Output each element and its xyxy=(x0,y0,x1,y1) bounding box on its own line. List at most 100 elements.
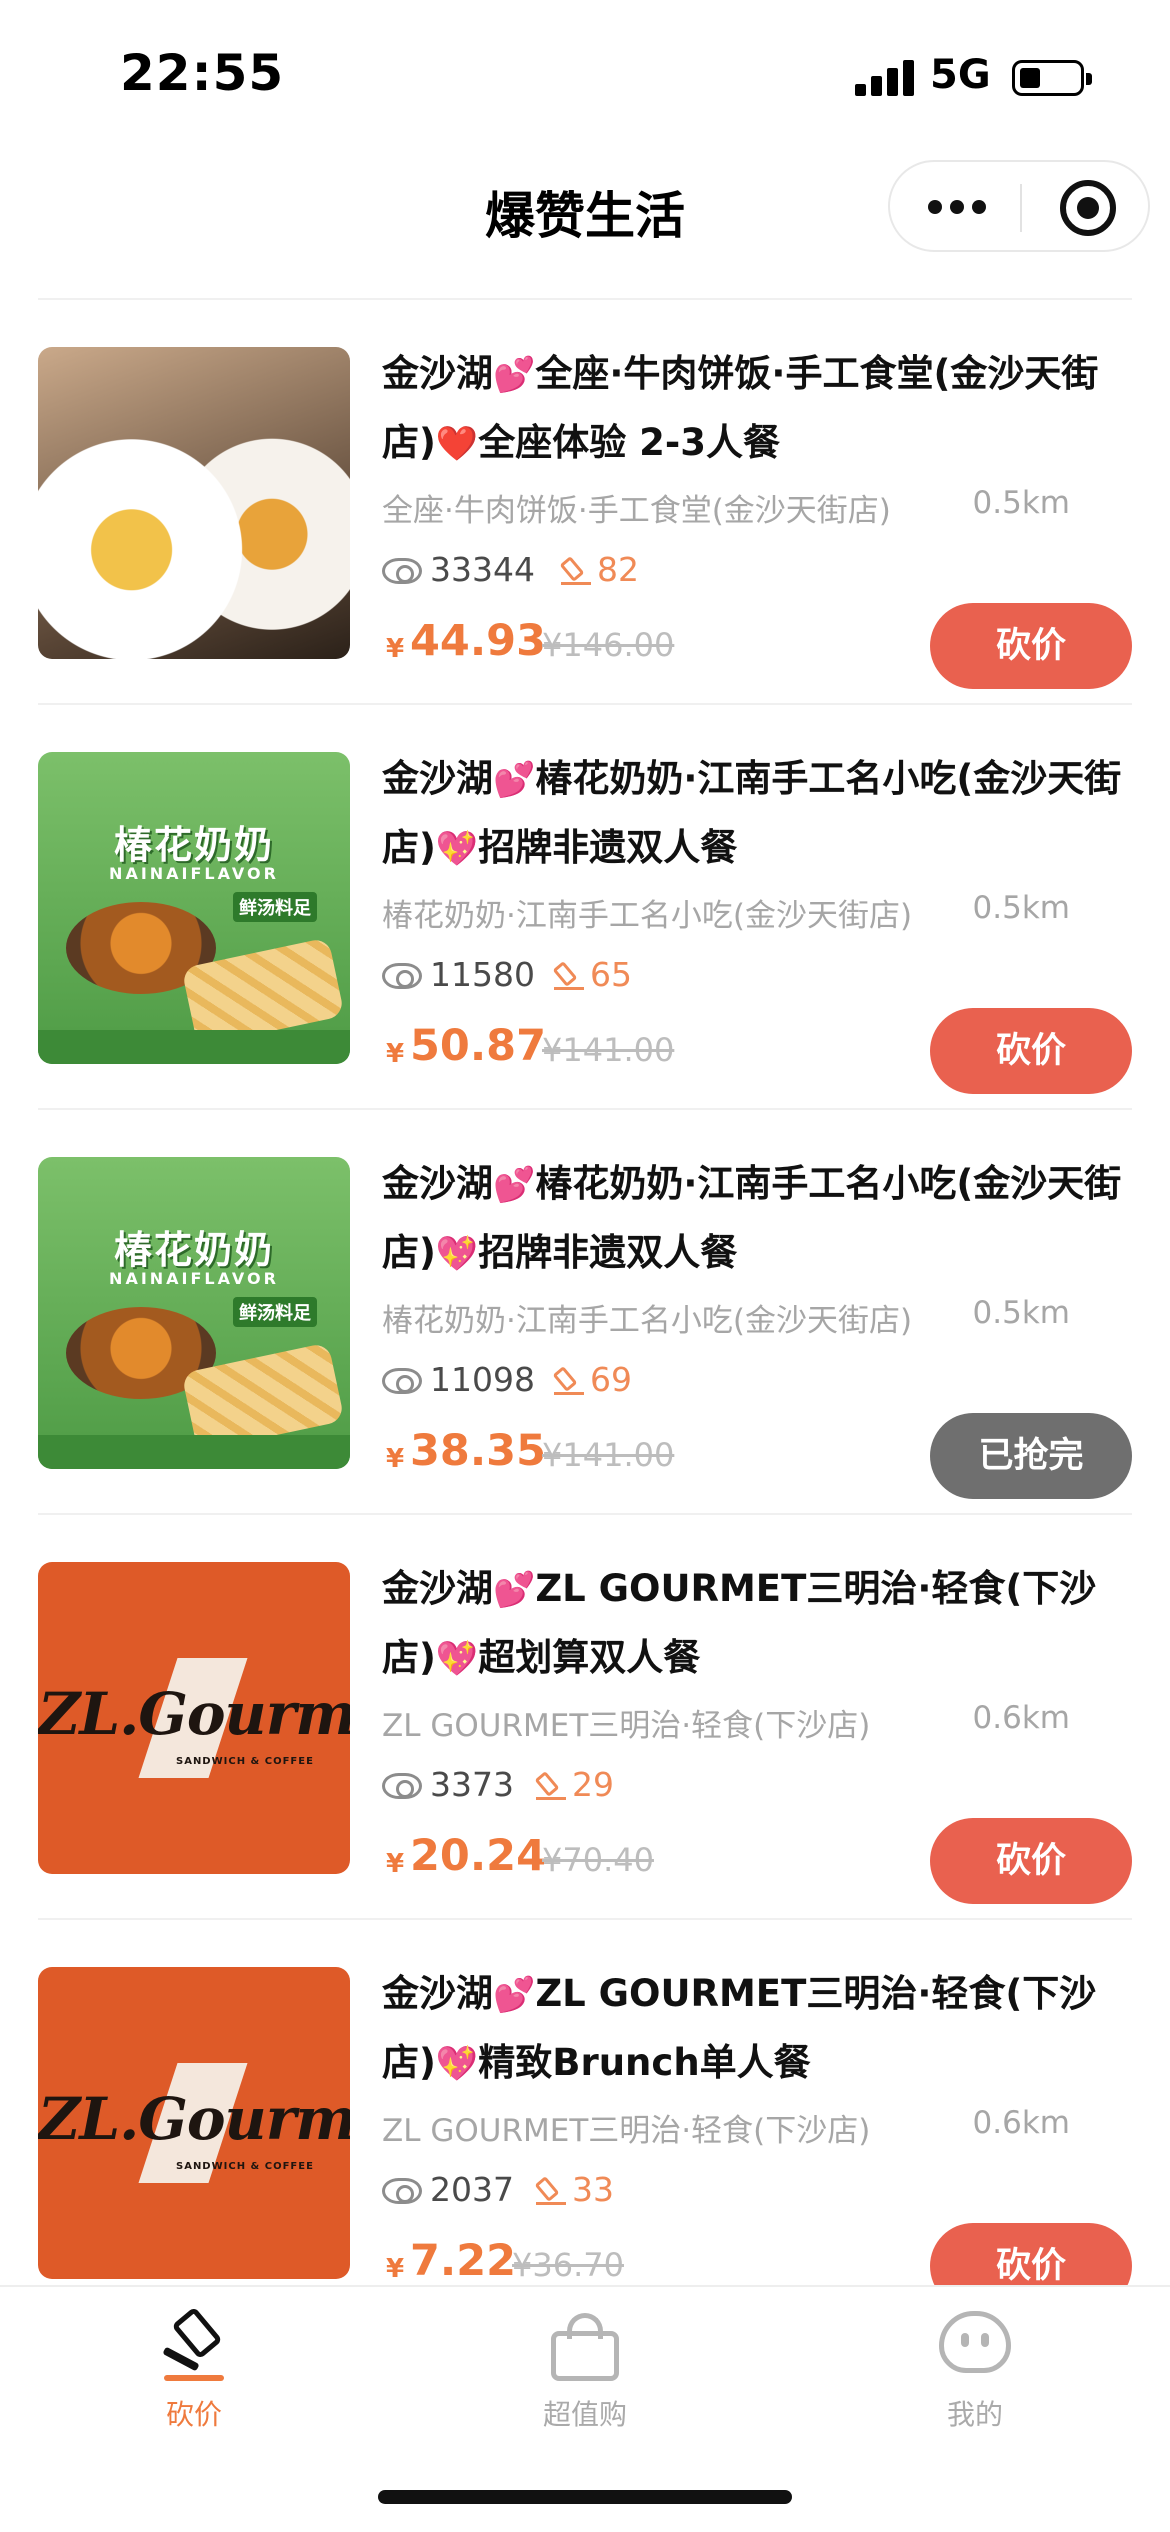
home-indicator xyxy=(378,2490,792,2504)
bargain-count: 33 xyxy=(572,2170,614,2209)
mini-program-capsule xyxy=(888,160,1150,252)
distance: 0.6km xyxy=(972,1700,1070,1736)
thumbnail-tag: 鲜汤料足 xyxy=(233,892,317,922)
store-name: ZL GOURMET三明治·轻食(下沙店) xyxy=(382,2113,871,2149)
currency-symbol: ¥ xyxy=(386,634,405,664)
thumbnail-subtitle: NAINAIFLAVOR xyxy=(109,1269,279,1288)
bargain-count: 65 xyxy=(590,955,632,994)
thumbnail-footer xyxy=(38,1030,350,1064)
deal-title[interactable]: 金沙湖💕全座·牛肉饼饭·手工食堂(金沙天街店)❤️全座体验 2-3人餐 xyxy=(382,340,1142,478)
tab-label: 我的 xyxy=(946,2398,1003,2431)
current-price: 20.24 xyxy=(410,1831,547,1881)
hammer-icon xyxy=(550,1366,586,1402)
shopping-bag-icon xyxy=(551,2313,619,2381)
more-icon[interactable] xyxy=(928,200,986,216)
store-row: 椿花奶奶·江南手工名小吃(金沙天街店) 0.5km xyxy=(382,1295,1142,1345)
network-type: 5G xyxy=(930,52,991,98)
status-time: 22:55 xyxy=(120,44,285,102)
tab-bargain[interactable]: 砍价 xyxy=(94,2306,294,2437)
bargain-count: 29 xyxy=(572,1765,614,1804)
eye-icon xyxy=(382,2178,422,2204)
thumbnail-logo: ZL.Gourmet xyxy=(38,1680,350,1748)
deal-title[interactable]: 金沙湖💕ZL GOURMET三明治·轻食(下沙店)💖超划算双人餐 xyxy=(382,1555,1142,1693)
deal-thumbnail[interactable]: ZL.Gourmet SANDWICH & COFFEE xyxy=(38,1562,350,1874)
bargain-button[interactable]: 砍价 xyxy=(930,1008,1132,1094)
deal-card[interactable]: ZL.Gourmet SANDWICH & COFFEE 金沙湖💕ZL GOUR… xyxy=(0,1515,1170,1920)
store-name: 椿花奶奶·江南手工名小吃(金沙天街店) xyxy=(382,898,913,934)
view-count: 11580 xyxy=(430,955,535,994)
view-count: 3373 xyxy=(430,1765,514,1804)
tab-value-buy[interactable]: 超值购 xyxy=(485,2307,685,2437)
deal-thumbnail[interactable]: ZL.Gourmet SANDWICH & COFFEE xyxy=(38,1967,350,2279)
store-row: ZL GOURMET三明治·轻食(下沙店) 0.6km xyxy=(382,1700,1142,1750)
sold-out-button[interactable]: 已抢完 xyxy=(930,1413,1132,1499)
store-row: ZL GOURMET三明治·轻食(下沙店) 0.6km xyxy=(382,2105,1142,2155)
deal-thumbnail[interactable]: 椿花奶奶 NAINAIFLAVOR 鲜汤料足 xyxy=(38,752,350,1064)
deal-thumbnail[interactable]: 椿花奶奶 NAINAIFLAVOR 鲜汤料足 xyxy=(38,1157,350,1469)
distance: 0.5km xyxy=(972,890,1070,926)
status-bar: 22:55 5G xyxy=(0,0,1170,150)
deal-card[interactable]: 椿花奶奶 NAINAIFLAVOR 鲜汤料足 金沙湖💕椿花奶奶·江南手工名小吃(… xyxy=(0,705,1170,1110)
tab-label: 超值购 xyxy=(542,2398,627,2431)
original-price: ¥141.00 xyxy=(542,1436,675,1474)
view-count: 33344 xyxy=(430,550,535,589)
eye-icon xyxy=(382,558,422,584)
currency-symbol: ¥ xyxy=(386,2254,405,2284)
original-price: ¥141.00 xyxy=(542,1031,675,1069)
store-name: ZL GOURMET三明治·轻食(下沙店) xyxy=(382,1708,871,1744)
active-tab-indicator xyxy=(164,2375,224,2381)
distance: 0.6km xyxy=(972,2105,1070,2141)
capsule-divider xyxy=(1020,184,1022,232)
signal-icon xyxy=(855,60,915,96)
profile-face-icon xyxy=(939,2311,1011,2381)
battery-icon xyxy=(1012,60,1092,96)
bargain-button[interactable]: 砍价 xyxy=(930,1818,1132,1904)
bargain-count: 82 xyxy=(597,550,639,589)
original-price: ¥146.00 xyxy=(542,626,675,664)
bargain-button[interactable]: 砍价 xyxy=(930,603,1132,689)
deal-list[interactable]: 金沙湖💕全座·牛肉饼饭·手工食堂(金沙天街店)❤️全座体验 2-3人餐 全座·牛… xyxy=(0,300,1170,2285)
eye-icon xyxy=(382,1368,422,1394)
deal-title[interactable]: 金沙湖💕椿花奶奶·江南手工名小吃(金沙天街店)💖招牌非遗双人餐 xyxy=(382,1150,1142,1288)
deal-title[interactable]: 金沙湖💕ZL GOURMET三明治·轻食(下沙店)💖精致Brunch单人餐 xyxy=(382,1960,1142,2098)
currency-symbol: ¥ xyxy=(386,1849,405,1879)
hammer-icon xyxy=(532,1771,568,1807)
current-price: 44.93 xyxy=(410,616,547,666)
eye-icon xyxy=(382,1773,422,1799)
eye-icon xyxy=(382,963,422,989)
deal-thumbnail[interactable] xyxy=(38,347,350,659)
thumbnail-brand: 椿花奶奶 xyxy=(113,823,274,867)
hammer-icon xyxy=(550,961,586,997)
currency-symbol: ¥ xyxy=(386,1444,405,1474)
store-name: 全座·牛肉饼饭·手工食堂(金沙天街店) xyxy=(382,493,891,529)
hammer-icon xyxy=(532,2176,568,2212)
view-count: 2037 xyxy=(430,2170,514,2209)
hammer-icon xyxy=(160,2306,230,2377)
thumbnail-footer xyxy=(38,1435,350,1469)
thumbnail-tagline: SANDWICH & COFFEE xyxy=(176,1756,314,1767)
original-price: ¥70.40 xyxy=(542,1841,654,1879)
store-row: 全座·牛肉饼饭·手工食堂(金沙天街店) 0.5km xyxy=(382,485,1142,535)
current-price: 7.22 xyxy=(410,2236,517,2285)
bargain-button[interactable]: 砍价 xyxy=(930,2223,1132,2285)
deal-card[interactable]: 椿花奶奶 NAINAIFLAVOR 鲜汤料足 金沙湖💕椿花奶奶·江南手工名小吃(… xyxy=(0,1110,1170,1515)
current-price: 38.35 xyxy=(410,1426,547,1476)
currency-symbol: ¥ xyxy=(386,1039,405,1069)
hammer-icon xyxy=(557,556,593,592)
tab-label: 砍价 xyxy=(165,2398,222,2431)
distance: 0.5km xyxy=(972,485,1070,521)
deal-card[interactable]: ZL.Gourmet SANDWICH & COFFEE 金沙湖💕ZL GOUR… xyxy=(0,1920,1170,2285)
store-row: 椿花奶奶·江南手工名小吃(金沙天街店) 0.5km xyxy=(382,890,1142,940)
current-price: 50.87 xyxy=(410,1021,547,1071)
bargain-count: 69 xyxy=(590,1360,632,1399)
deal-title[interactable]: 金沙湖💕椿花奶奶·江南手工名小吃(金沙天街店)💖招牌非遗双人餐 xyxy=(382,745,1142,883)
close-target-icon[interactable] xyxy=(1060,180,1116,236)
thumbnail-tagline: SANDWICH & COFFEE xyxy=(176,2161,314,2172)
deal-card[interactable]: 金沙湖💕全座·牛肉饼饭·手工食堂(金沙天街店)❤️全座体验 2-3人餐 全座·牛… xyxy=(0,300,1170,705)
store-name: 椿花奶奶·江南手工名小吃(金沙天街店) xyxy=(382,1303,913,1339)
view-count: 11098 xyxy=(430,1360,535,1399)
thumbnail-tag: 鲜汤料足 xyxy=(233,1297,317,1327)
thumbnail-brand: 椿花奶奶 xyxy=(113,1228,274,1272)
tab-mine[interactable]: 我的 xyxy=(875,2307,1075,2437)
thumbnail-logo: ZL.Gourmet xyxy=(38,2085,350,2153)
